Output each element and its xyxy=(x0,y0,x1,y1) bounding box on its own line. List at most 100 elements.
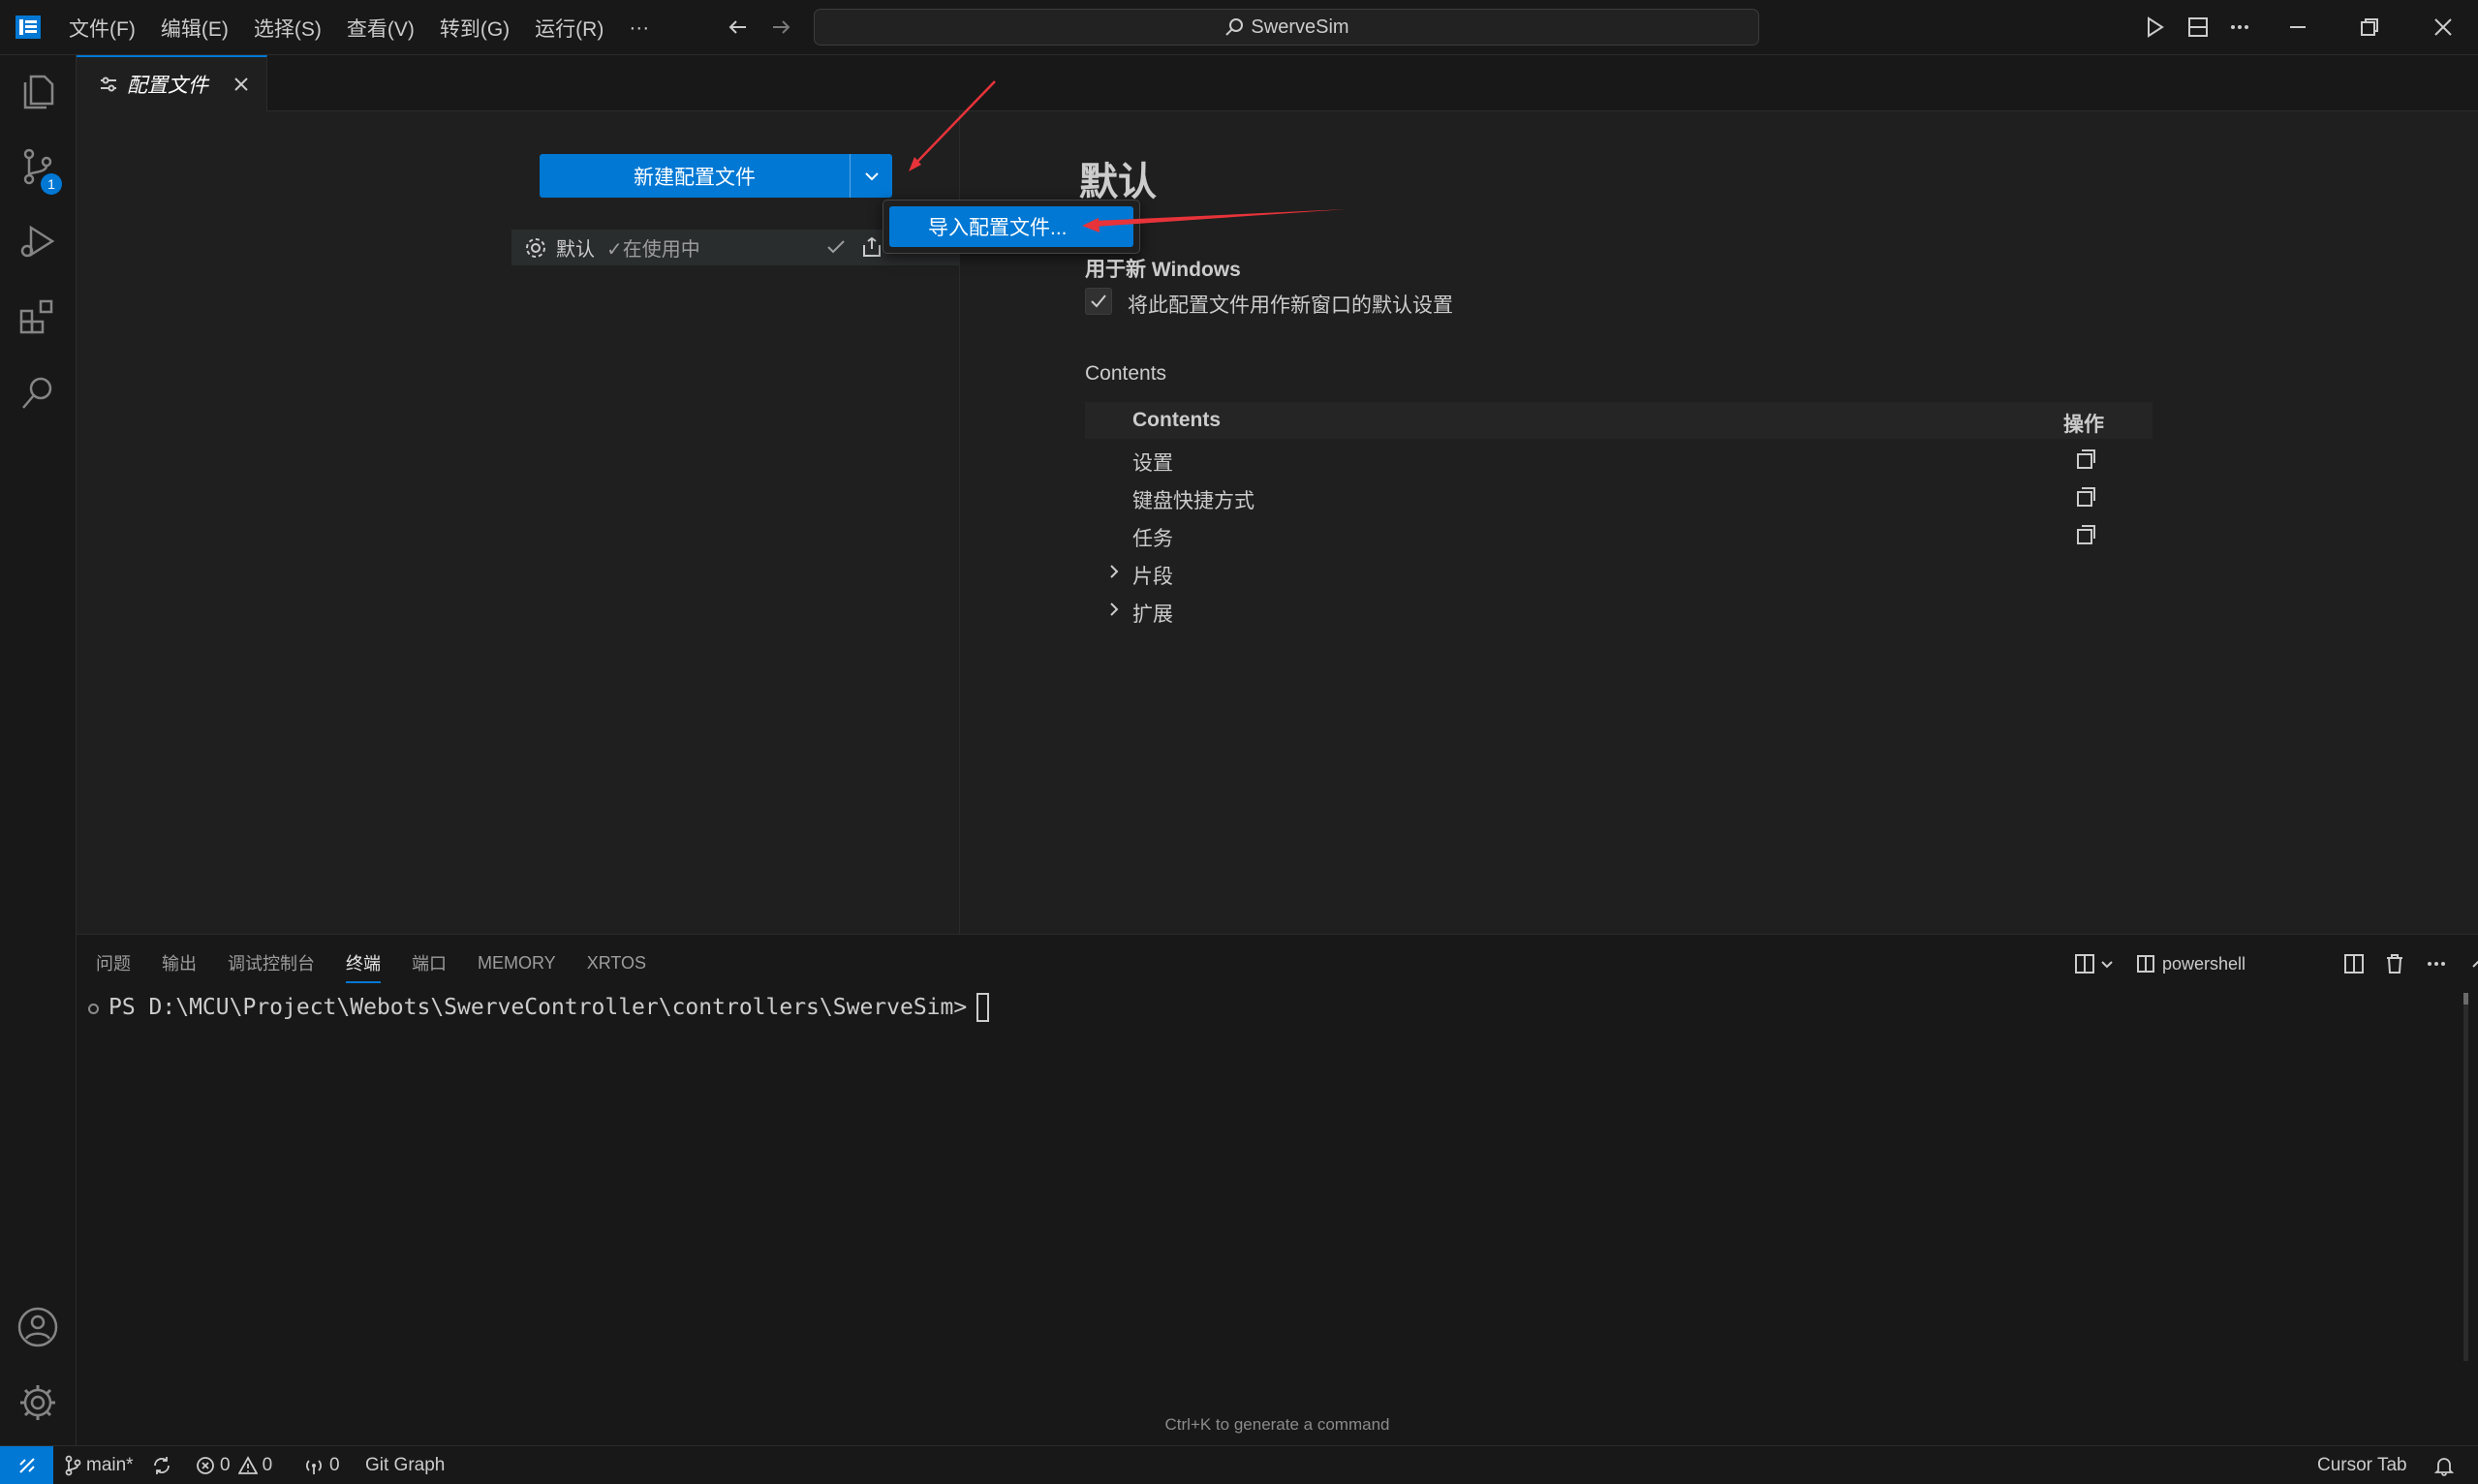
tab-memory[interactable]: MEMORY xyxy=(478,945,556,981)
table-row[interactable]: 键盘快捷方式 xyxy=(1085,479,2153,515)
profile-status: ✓在使用中 xyxy=(606,233,700,262)
maximize-panel-icon[interactable] xyxy=(2465,950,2478,977)
row-label: 片段 xyxy=(1132,566,1173,588)
table-row[interactable]: 任务 xyxy=(1085,516,2153,553)
tab-ports[interactable]: 端口 xyxy=(412,943,447,983)
settings-gear-icon[interactable] xyxy=(15,1380,60,1425)
search-icon xyxy=(1225,18,1244,36)
tab-problems[interactable]: 问题 xyxy=(96,943,131,983)
use-for-new-windows-label: 用于新 Windows xyxy=(1085,259,1241,281)
tab-debug-console[interactable]: 调试控制台 xyxy=(228,943,315,983)
table-row[interactable]: 扩展 xyxy=(1085,592,2153,629)
more-actions-icon[interactable] xyxy=(2423,950,2450,977)
trash-icon[interactable] xyxy=(2381,950,2408,977)
profiles-editor: 新建配置文件 默认 ✓在使用中 导入配置文件... 默认 用于新 Windows… xyxy=(77,111,2478,934)
broadcast-icon xyxy=(306,1459,322,1474)
tab-output[interactable]: 输出 xyxy=(162,943,197,983)
layout-toggle-icon[interactable] xyxy=(2183,12,2214,43)
open-file-icon[interactable] xyxy=(2073,484,2098,510)
table-row[interactable]: 设置 xyxy=(1085,441,2153,478)
extensions-icon[interactable] xyxy=(15,295,60,340)
chevron-right-icon[interactable] xyxy=(1104,600,1124,619)
menu-edit[interactable]: 编辑(E) xyxy=(148,14,241,43)
error-count: 0 xyxy=(220,1454,231,1475)
problems-status[interactable]: 0 0 xyxy=(196,1446,272,1484)
terminal-instance[interactable]: powershell xyxy=(2135,950,2280,977)
active-check-icon[interactable] xyxy=(824,235,848,259)
run-icon[interactable] xyxy=(2139,12,2170,43)
app-logo-icon xyxy=(14,14,43,41)
menu-file[interactable]: 文件(F) xyxy=(56,14,148,43)
split-terminal-icon[interactable] xyxy=(2340,950,2368,977)
tab-close-icon[interactable] xyxy=(228,71,255,98)
command-decoration-icon xyxy=(88,1004,99,1014)
command-center-search[interactable]: SwerveSim xyxy=(814,9,1759,46)
open-file-icon[interactable] xyxy=(2073,522,2098,547)
new-profile-button[interactable]: 新建配置文件 xyxy=(540,154,892,198)
terminal-cursor xyxy=(976,993,990,1022)
menu-more[interactable]: ··· xyxy=(616,16,662,40)
explorer-icon[interactable] xyxy=(15,69,60,113)
source-control-badge: 1 xyxy=(41,173,62,195)
ports-count: 0 xyxy=(329,1454,340,1475)
title-bar: 文件(F) 编辑(E) 选择(S) 查看(V) 转到(G) 运行(R) ··· … xyxy=(0,0,2478,55)
restore-icon[interactable] xyxy=(2354,12,2385,43)
profile-title: 默认 xyxy=(1079,161,1157,203)
profile-settings-icon xyxy=(101,77,116,92)
tab-terminal[interactable]: 终端 xyxy=(346,943,381,983)
menu-go[interactable]: 转到(G) xyxy=(427,14,522,43)
sync-icon[interactable] xyxy=(151,1446,177,1484)
account-icon[interactable] xyxy=(15,1305,60,1349)
export-icon[interactable] xyxy=(860,235,883,259)
tab-profiles[interactable]: 配置文件 xyxy=(77,55,267,111)
col-actions: 操作 xyxy=(2063,414,2104,436)
notifications-bell-icon[interactable] xyxy=(2433,1446,2460,1484)
use-for-new-windows-checkbox[interactable] xyxy=(1085,288,1112,315)
terminal-scrollbar[interactable] xyxy=(2463,993,2468,1361)
scrollbar-marker xyxy=(2463,993,2468,1005)
remote-indicator-icon[interactable] xyxy=(0,1446,53,1484)
panel-tab-strip: 问题 输出 调试控制台 终端 端口 MEMORY XRTOS xyxy=(96,935,677,991)
table-row[interactable]: 片段 xyxy=(1085,554,2153,591)
command-center-label: SwerveSim xyxy=(1251,15,1349,38)
row-label: 键盘快捷方式 xyxy=(1132,490,1254,512)
minimize-icon[interactable] xyxy=(2282,12,2313,43)
terminal-hint: Ctrl+K to generate a command xyxy=(1164,1415,1390,1434)
error-icon xyxy=(197,1456,214,1474)
profiles-list-pane: 新建配置文件 默认 ✓在使用中 xyxy=(77,111,960,934)
check-icon: ✓ xyxy=(606,239,623,261)
chevron-right-icon[interactable] xyxy=(1104,562,1124,581)
row-label: 任务 xyxy=(1132,528,1173,550)
row-label: 设置 xyxy=(1132,452,1173,475)
menu-run[interactable]: 运行(R) xyxy=(522,14,616,43)
new-terminal-split-icon[interactable] xyxy=(2072,950,2099,977)
new-profile-label: 新建配置文件 xyxy=(634,166,756,189)
warning-count: 0 xyxy=(262,1454,273,1475)
check-icon xyxy=(1091,294,1106,308)
branch-status[interactable]: main* xyxy=(64,1446,134,1484)
git-graph-button[interactable]: Git Graph xyxy=(365,1446,445,1484)
ports-status[interactable]: 0 xyxy=(303,1446,340,1484)
gear-icon xyxy=(523,235,548,261)
search-icon[interactable] xyxy=(15,371,60,416)
close-window-icon[interactable] xyxy=(2428,12,2459,43)
back-arrow-icon[interactable] xyxy=(725,14,752,41)
run-debug-icon[interactable] xyxy=(15,220,60,264)
table-header: Contents 操作 xyxy=(1085,402,2153,439)
bottom-panel: 问题 输出 调试控制台 终端 端口 MEMORY XRTOS powershel… xyxy=(77,934,2478,1445)
more-actions-icon[interactable] xyxy=(2224,12,2255,43)
chevron-down-icon[interactable] xyxy=(851,154,892,198)
status-bar: main* 0 0 0 Git Graph Cursor Tab xyxy=(0,1445,2478,1484)
branch-name: main* xyxy=(86,1454,134,1475)
col-contents: Contents xyxy=(1132,409,1221,431)
tab-xrtos[interactable]: XRTOS xyxy=(587,945,646,981)
use-for-new-windows-text: 将此配置文件用作新窗口的默认设置 xyxy=(1128,294,1453,317)
cursor-tab-status[interactable]: Cursor Tab xyxy=(2317,1446,2407,1484)
forward-arrow-icon[interactable] xyxy=(767,14,794,41)
profile-status-label: 在使用中 xyxy=(622,239,700,261)
open-file-icon[interactable] xyxy=(2073,447,2098,472)
chevron-down-icon[interactable] xyxy=(2097,950,2124,977)
menu-selection[interactable]: 选择(S) xyxy=(241,14,334,43)
menu-view[interactable]: 查看(V) xyxy=(334,14,427,43)
terminal-prompt[interactable]: PS D:\MCU\Project\Webots\SwerveControlle… xyxy=(108,993,990,1022)
